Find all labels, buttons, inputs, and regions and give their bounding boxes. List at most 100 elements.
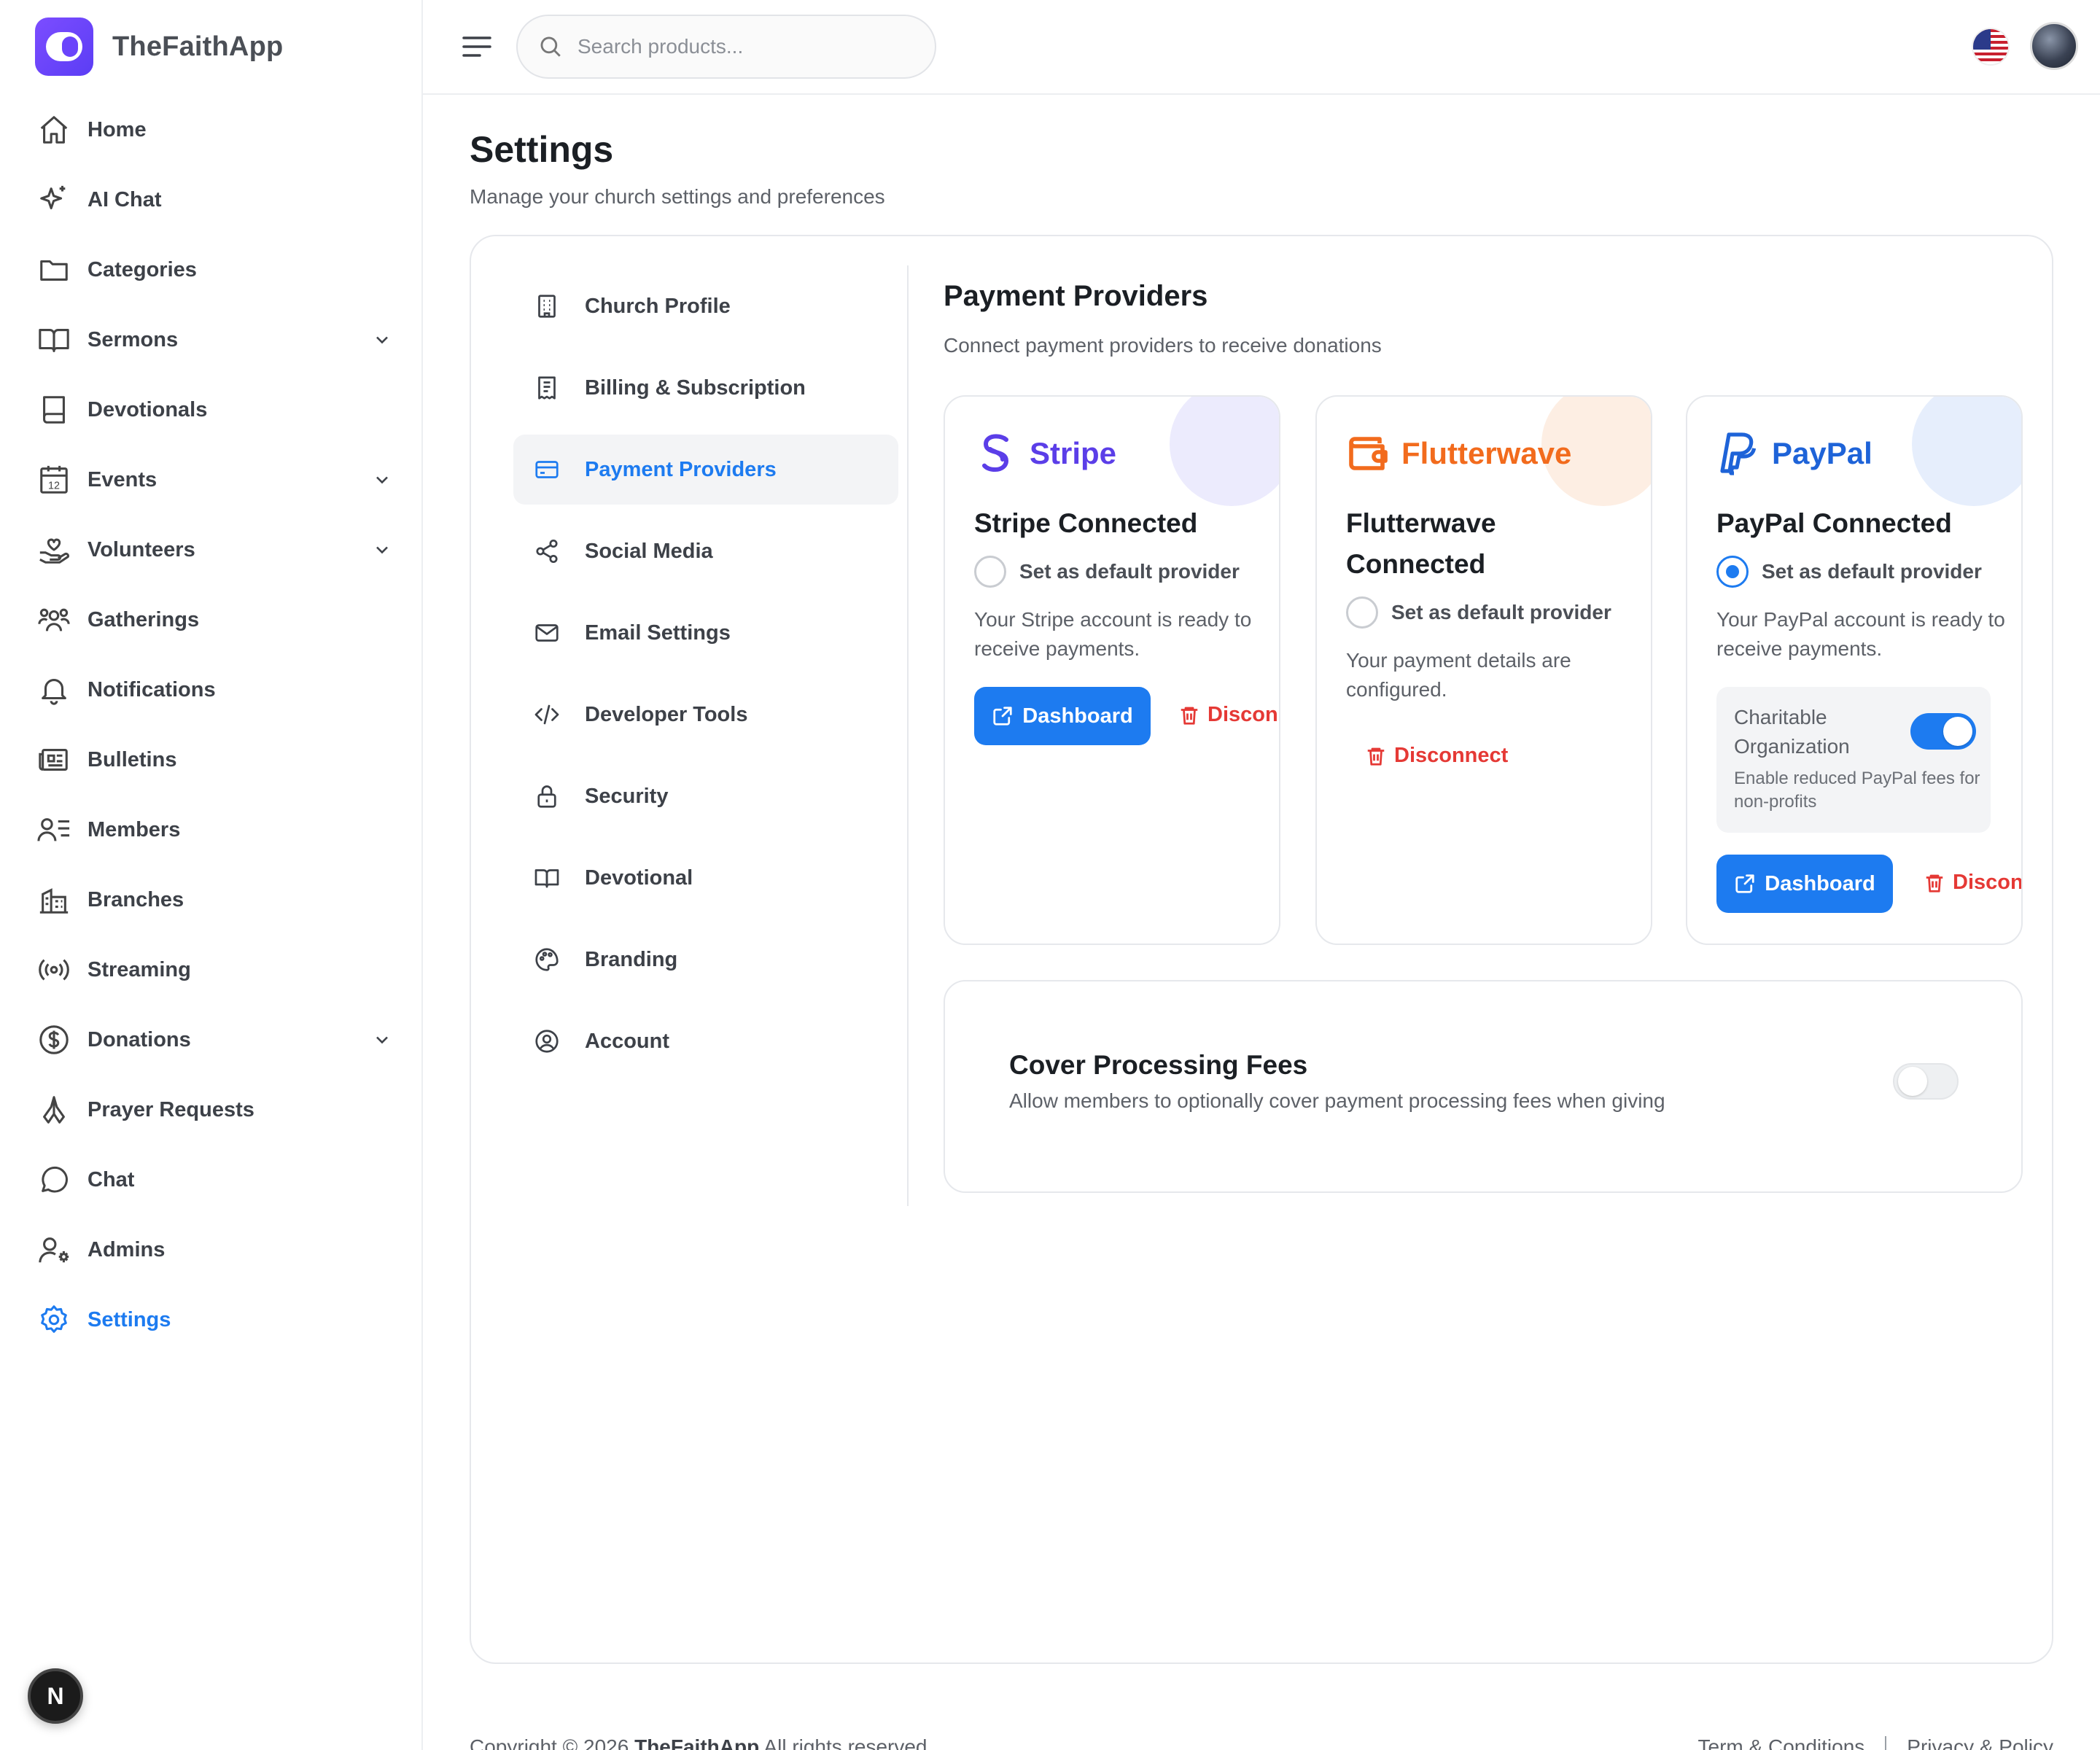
footer-links: Term & Conditions Privacy & Policy	[1698, 1735, 2053, 1750]
radio-label: Set as default provider	[1019, 560, 1240, 583]
dashboard-button[interactable]: Dashboard	[974, 687, 1151, 745]
sidebar-item-prayer-requests[interactable]: Prayer Requests	[35, 1075, 392, 1145]
sidebar-item-volunteers[interactable]: Volunteers	[35, 515, 392, 585]
cover-fees-title: Cover Processing Fees	[1009, 1050, 1308, 1080]
tab-devotional[interactable]: Devotional	[513, 843, 898, 913]
tab-payment-providers[interactable]: Payment Providers	[513, 435, 898, 505]
charitable-toggle[interactable]	[1910, 713, 1976, 750]
radio-button[interactable]	[1346, 596, 1378, 629]
tab-social-media[interactable]: Social Media	[513, 516, 898, 586]
sidebar-item-notifications[interactable]: Notifications	[35, 655, 392, 725]
chevron-down-icon[interactable]	[372, 330, 392, 350]
tab-email-settings[interactable]: Email Settings	[513, 598, 898, 668]
default-provider-radio[interactable]: Set as default provider	[974, 556, 1240, 588]
sidebar-item-donations[interactable]: Donations	[35, 1005, 392, 1075]
dev-tools-badge[interactable]: N	[28, 1668, 83, 1724]
external-link-icon	[1734, 873, 1756, 895]
provider-description: Your Stripe account is ready to receive …	[974, 608, 1252, 660]
charitable-organization-panel: Charitable Organization Enable reduced P…	[1716, 687, 1991, 833]
radio-button[interactable]	[1716, 556, 1749, 588]
provider-card-stripe: Stripe Stripe Connected Set as default p…	[944, 395, 1280, 945]
tab-developer-tools[interactable]: Developer Tools	[513, 680, 898, 750]
tab-account[interactable]: Account	[513, 1006, 898, 1076]
cover-fees-card: Cover Processing Fees Allow members to o…	[944, 980, 2023, 1193]
tab-label: Developer Tools	[585, 702, 748, 726]
cover-fees-toggle[interactable]	[1893, 1063, 1959, 1100]
sidebar-item-label: Prayer Requests	[88, 1097, 254, 1121]
sidebar-item-streaming[interactable]: Streaming	[35, 935, 392, 1005]
user-circle-icon	[532, 1027, 561, 1056]
chevron-down-icon[interactable]	[372, 1030, 392, 1050]
sidebar-item-label: Members	[88, 817, 181, 841]
sidebar-item-branches[interactable]: Branches	[35, 865, 392, 935]
cover-fees-description: Allow members to optionally cover paymen…	[1009, 1089, 1665, 1112]
sidebar-item-home[interactable]: Home	[35, 95, 392, 165]
us-flag-icon[interactable]	[1972, 28, 2010, 66]
user-list-icon	[35, 811, 73, 849]
sidebar-item-settings[interactable]: Settings	[35, 1285, 392, 1355]
wallet-logo-icon	[1346, 430, 1390, 477]
tab-label: Email Settings	[585, 621, 731, 645]
settings-menu: Church Profile Billing & Subscription Pa…	[513, 271, 898, 1088]
dollar-circle-icon	[35, 1021, 73, 1059]
sidebar-item-label: Bulletins	[88, 747, 177, 771]
tab-label: Account	[585, 1029, 669, 1053]
copyright-suffix: All rights reserved	[763, 1735, 928, 1750]
sidebar-item-ai-chat[interactable]: AI Chat	[35, 165, 392, 235]
divider	[1885, 1736, 1887, 1750]
default-provider-radio[interactable]: Set as default provider	[1346, 596, 1611, 629]
avatar[interactable]	[2030, 22, 2078, 70]
gear-icon	[35, 1301, 73, 1339]
sidebar-item-bulletins[interactable]: Bulletins	[35, 725, 392, 795]
search-bar	[516, 15, 936, 79]
sidebar-item-label: Branches	[88, 887, 184, 911]
provider-card-flutterwave: Flutterwave Flutterwave Connected Set as…	[1315, 395, 1652, 945]
sidebar-item-label: Home	[88, 117, 147, 141]
disconnect-button[interactable]: Discon	[1178, 703, 1278, 727]
divider	[907, 265, 909, 1206]
hand-heart-icon	[35, 531, 73, 569]
home-icon	[35, 111, 73, 149]
default-provider-radio[interactable]: Set as default provider	[1716, 556, 1982, 588]
sidebar-item-admins[interactable]: Admins	[35, 1215, 392, 1285]
search-input[interactable]	[578, 35, 913, 58]
terms-link[interactable]: Term & Conditions	[1698, 1735, 1865, 1750]
footer-brand[interactable]: TheFaithApp	[634, 1735, 759, 1750]
brand[interactable]: TheFaithApp	[35, 18, 283, 76]
decorative-circle	[1170, 397, 1279, 506]
sidebar-item-sermons[interactable]: Sermons	[35, 305, 392, 375]
user-cog-icon	[35, 1231, 73, 1269]
chevron-down-icon[interactable]	[372, 540, 392, 560]
tab-branding[interactable]: Branding	[513, 925, 898, 995]
tab-billing-subscription[interactable]: Billing & Subscription	[513, 353, 898, 423]
disconnect-button[interactable]: Disconnect	[1365, 744, 1508, 768]
disconnect-button[interactable]: Discon	[1924, 871, 2021, 895]
sidebar-item-devotionals[interactable]: Devotionals	[35, 375, 392, 445]
sparkles-icon	[35, 181, 73, 219]
tab-security[interactable]: Security	[513, 761, 898, 831]
sidebar-item-members[interactable]: Members	[35, 795, 392, 865]
sidebar-item-chat[interactable]: Chat	[35, 1145, 392, 1215]
copyright-prefix: Copyright © 2026	[470, 1735, 629, 1750]
charitable-description: Enable reduced PayPal fees for non-profi…	[1734, 769, 1980, 812]
top-header	[423, 0, 2100, 95]
page-title: Settings	[470, 129, 614, 170]
bell-icon	[35, 671, 73, 709]
sidebar-item-categories[interactable]: Categories	[35, 235, 392, 305]
sidebar-item-events[interactable]: 12 Events	[35, 445, 392, 515]
book-open-icon	[35, 321, 73, 359]
dashboard-button[interactable]: Dashboard	[1716, 855, 1893, 913]
book-icon	[35, 391, 73, 429]
provider-name: Flutterwave	[1401, 436, 1572, 470]
dashboard-label: Dashboard	[1765, 871, 1875, 895]
sidebar-item-label: Sermons	[88, 327, 179, 351]
chevron-down-icon[interactable]	[372, 470, 392, 490]
provider-name: Stripe	[1030, 436, 1117, 470]
menu-toggle-icon[interactable]	[461, 32, 493, 61]
folder-icon	[35, 251, 73, 289]
sidebar-item-gatherings[interactable]: Gatherings	[35, 585, 392, 655]
tab-church-profile[interactable]: Church Profile	[513, 271, 898, 341]
building-icon	[35, 881, 73, 919]
radio-button[interactable]	[974, 556, 1006, 588]
privacy-link[interactable]: Privacy & Policy	[1907, 1735, 2053, 1750]
